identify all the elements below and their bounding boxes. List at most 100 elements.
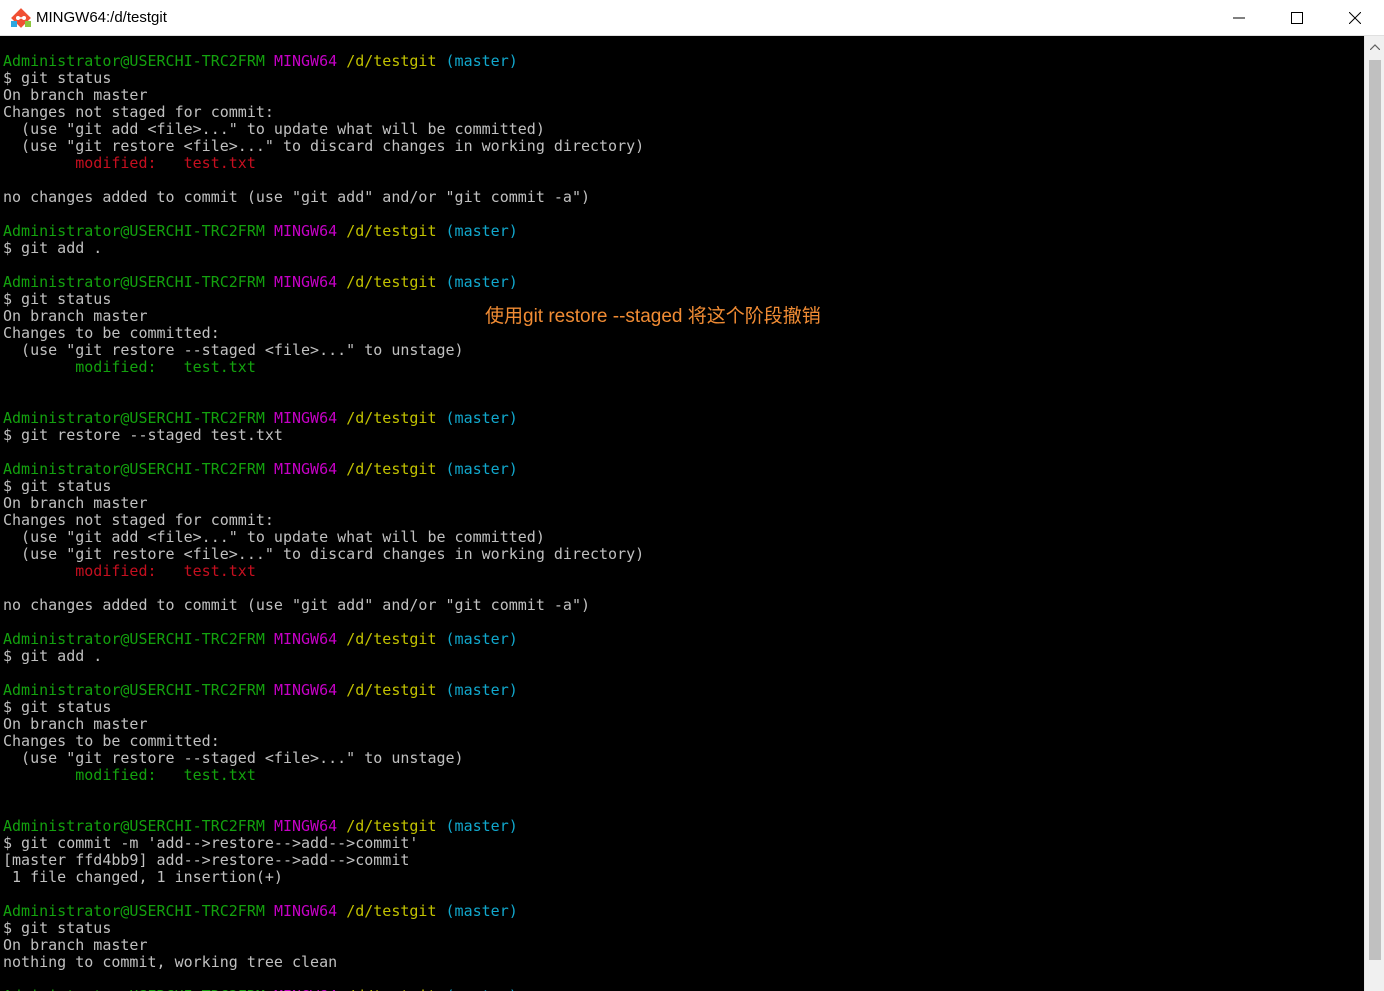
output-line: On branch master [3,494,148,512]
output-line: $ git commit -m 'add-->restore-->add-->c… [3,834,419,852]
prompt-system: MINGW64 [273,52,338,70]
prompt-line: Administrator@USERCHI-TRC2FRM MINGW64 /d… [3,682,644,699]
maximize-button[interactable] [1268,0,1326,36]
prompt-system: MINGW64 [273,681,338,699]
prompt-system: MINGW64 [273,273,338,291]
prompt-path: /d/testgit [346,987,436,991]
close-icon [1349,12,1361,24]
output-line: $ git restore --staged test.txt [3,426,283,444]
prompt-path: /d/testgit [346,681,437,699]
prompt-branch: (master) [445,222,518,240]
prompt-system: MINGW64 [273,222,338,240]
prompt-user-host: Administrator@USERCHI-TRC2FRM [3,52,265,70]
output-line: On branch master [3,936,148,954]
output-line: 1 file changed, 1 insertion(+) [3,868,283,886]
annotation-note: 使用git restore --staged 将这个阶段撤销 [485,306,821,327]
prompt-user-host: Administrator@USERCHI-TRC2FRM [3,817,265,835]
output-line: (use "git restore --staged <file>..." to… [3,341,464,359]
output-line: Changes not staged for commit: [3,103,274,121]
git-bash-icon [11,8,31,28]
output-line: (use "git restore <file>..." to discard … [3,137,645,155]
output-line: (use "git add <file>..." to update what … [3,528,545,546]
status-file-line: modified: test.txt [3,562,256,580]
prompt-user-host: Administrator@USERCHI-TRC2FRM [3,630,265,648]
prompt-system: MINGW64 [273,409,338,427]
prompt-branch: (master) [445,409,518,427]
output-line: $ git status [3,477,112,495]
prompt-path: /d/testgit [346,409,437,427]
status-file-line: modified: test.txt [3,358,256,376]
status-file-line: modified: test.txt [3,766,256,784]
output-line: (use "git restore --staged <file>..." to… [3,749,464,767]
prompt-line: Administrator@USERCHI-TRC2FRM MINGW64 /d… [3,223,644,240]
prompt-path: /d/testgit [346,817,437,835]
prompt-system: MINGW64 [273,460,338,478]
prompt-branch: (master) [445,630,518,648]
scrollbar[interactable] [1364,36,1384,991]
prompt-line: Administrator@USERCHI-TRC2FRM MINGW64 /d… [3,274,644,291]
output-line: $ git add . [3,647,103,665]
maximize-icon [1291,12,1303,24]
output-line: On branch master [3,715,148,733]
output-line: $ git add . [3,239,103,257]
prompt-line: Administrator@USERCHI-TRC2FRM MINGW64 /d… [3,631,644,648]
output-line: [master ffd4bb9] add-->restore-->add-->c… [3,851,410,869]
prompt-line: Administrator@USERCHI-TRC2FRM MINGW64 /d… [3,461,644,478]
output-line: $ git status [3,919,112,937]
output-line: (use "git restore <file>..." to discard … [3,545,645,563]
prompt-user-host: Administrator@USERCHI-TRC2FRM [3,273,265,291]
terminal-output[interactable]: Administrator@USERCHI-TRC2FRM MINGW64 /d… [0,36,1364,991]
prompt-branch: (master) [445,902,518,920]
prompt-line: Administrator@USERCHI-TRC2FRM MINGW64 /d… [3,903,644,920]
prompt-branch: (master) [445,817,518,835]
output-line: nothing to commit, working tree clean [3,953,338,971]
scroll-up-icon[interactable] [1370,44,1380,50]
window-title: MINGW64:/d/testgit [36,9,167,26]
output-line: no changes added to commit (use "git add… [3,188,590,206]
prompt-branch: (master) [445,681,518,699]
prompt-branch: (master) [445,460,518,478]
prompt-user-host: Administrator@USERCHI-TRC2FRM [3,987,265,991]
prompt-path: /d/testgit [346,630,437,648]
output-line: $ git status [3,698,112,716]
prompt-path: /d/testgit [346,460,437,478]
close-button[interactable] [1326,0,1384,36]
prompt-user-host: Administrator@USERCHI-TRC2FRM [3,460,265,478]
prompt-user-host: Administrator@USERCHI-TRC2FRM [3,902,265,920]
terminal-lines: Administrator@USERCHI-TRC2FRM MINGW64 /d… [3,53,644,991]
prompt-branch: (master) [446,987,518,991]
output-line: Changes to be committed: [3,732,220,750]
output-line: On branch master [3,86,148,104]
prompt-system: MINGW64 [273,630,338,648]
scroll-thumb[interactable] [1369,60,1381,960]
prompt-user-host: Administrator@USERCHI-TRC2FRM [3,409,265,427]
output-line: Changes not staged for commit: [3,511,274,529]
prompt-line: Administrator@USERCHI-TRC2FRM MINGW64 /d… [3,53,644,70]
prompt-path: /d/testgit [346,902,437,920]
prompt-branch: (master) [445,52,518,70]
output-line: $ git status [3,69,112,87]
prompt-line: Administrator@USERCHI-TRC2FRM MINGW64 /d… [3,410,644,427]
output-line: (use "git add <file>..." to update what … [3,120,545,138]
minimize-button[interactable] [1210,0,1268,36]
prompt-path: /d/testgit [346,52,437,70]
prompt-user-host: Administrator@USERCHI-TRC2FRM [3,222,265,240]
prompt-system: MINGW64 [274,987,337,991]
title-bar: MINGW64:/d/testgit [0,0,1384,36]
status-file-line: modified: test.txt [3,154,256,172]
prompt-system: MINGW64 [273,902,338,920]
prompt-user-host: Administrator@USERCHI-TRC2FRM [3,681,265,699]
